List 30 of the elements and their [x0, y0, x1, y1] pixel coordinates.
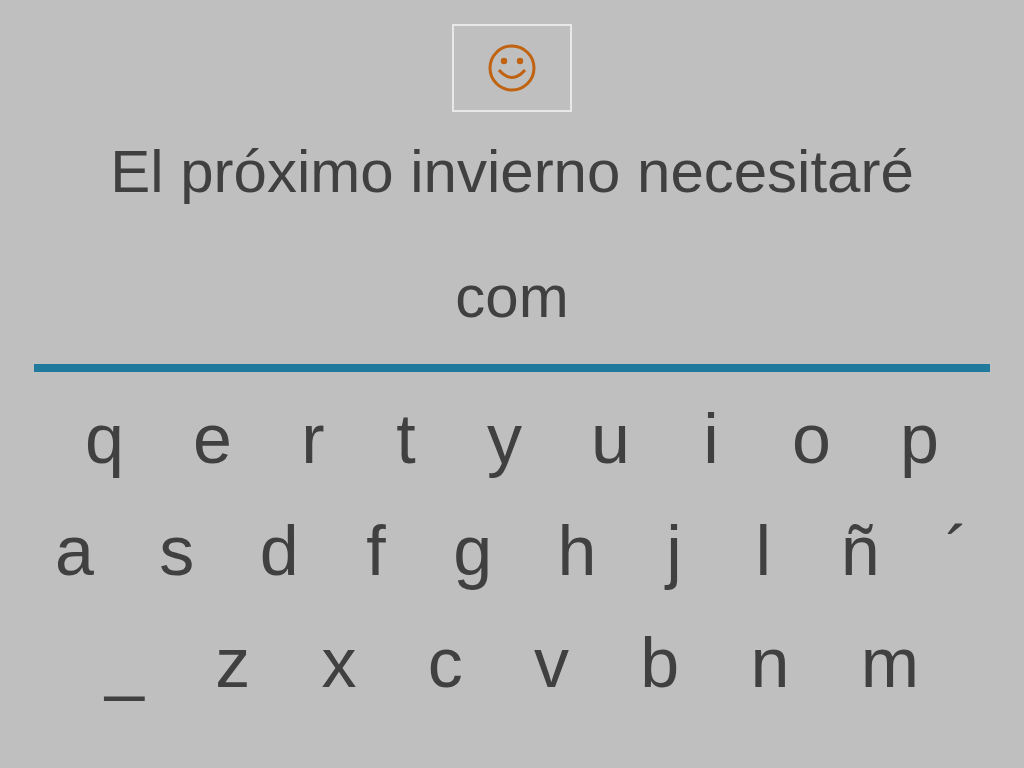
letter-key[interactable]: g	[445, 506, 501, 596]
letter-key[interactable]: r	[292, 394, 333, 484]
letter-key[interactable]: n	[742, 618, 798, 708]
letter-key[interactable]: v	[526, 618, 577, 708]
letter-key[interactable]: b	[632, 618, 688, 708]
letter-key[interactable]: h	[549, 506, 605, 596]
letter-key[interactable]: o	[784, 394, 839, 484]
letter-key[interactable]: c	[419, 618, 471, 708]
letter-key[interactable]: e	[184, 394, 240, 484]
letter-key[interactable]: t	[385, 394, 426, 484]
letter-key[interactable]: d	[251, 506, 307, 596]
letter-key[interactable]: j	[653, 506, 694, 596]
smiley-icon	[487, 43, 537, 93]
letter-key[interactable]: s	[151, 506, 203, 596]
letter-key[interactable]: y	[479, 394, 530, 484]
letter-key[interactable]: p	[892, 394, 947, 484]
letter-key[interactable]: ´	[936, 506, 977, 596]
letter-key[interactable]: a	[47, 506, 102, 596]
letter-key[interactable]: ñ	[832, 506, 888, 596]
letter-key[interactable]: i	[691, 394, 731, 484]
letter-key[interactable]: _	[97, 618, 152, 708]
answer-text: com	[455, 262, 569, 332]
letter-key[interactable]: u	[583, 394, 638, 484]
letter-key[interactable]: q	[77, 394, 132, 484]
letter-key[interactable]: x	[313, 618, 365, 708]
letter-key[interactable]: m	[852, 618, 927, 708]
letter-key[interactable]: f	[355, 506, 396, 596]
sentence-prompt: El próximo invierno necesitaré	[110, 137, 914, 207]
letter-key[interactable]: z	[207, 618, 259, 708]
letter-key[interactable]: l	[743, 506, 784, 596]
